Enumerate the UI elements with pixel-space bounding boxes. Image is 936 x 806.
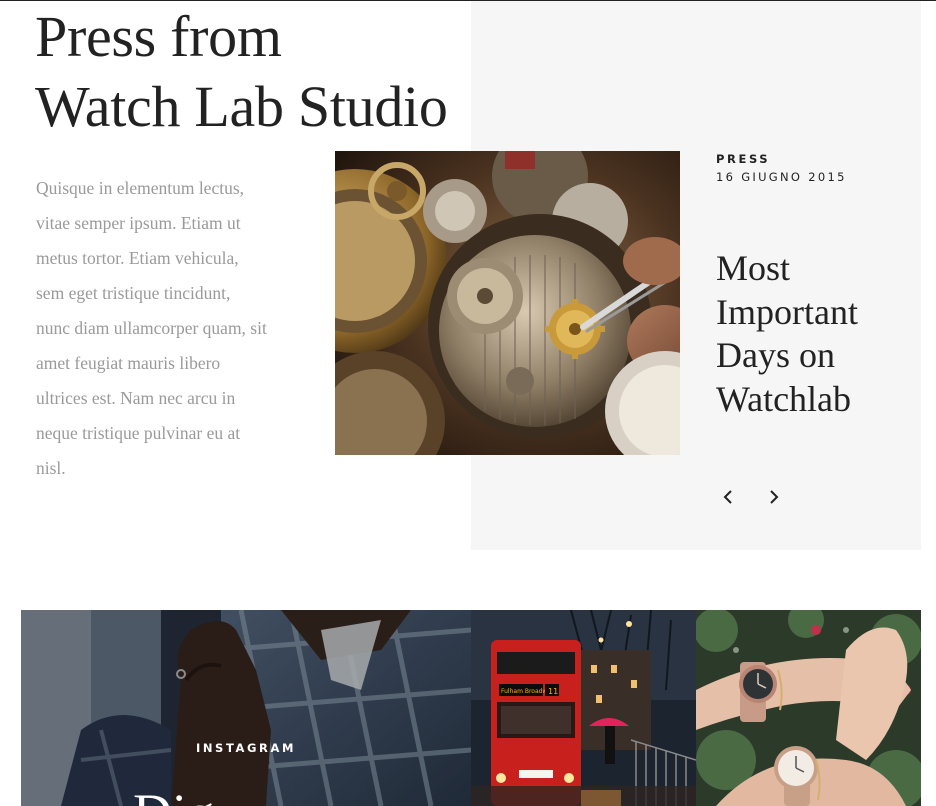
pocket-watch-photo [335,151,680,455]
instagram-label: INSTAGRAM [195,741,297,755]
london-bus-photo: Fulham Broadway 11 [471,610,696,806]
featured-image[interactable] [335,151,680,455]
slider-prev-button[interactable] [715,484,741,510]
chevron-right-icon [770,490,779,504]
wrist-watches-photo [696,610,921,806]
svg-text:11: 11 [548,687,558,696]
page-title-line2: Watch Lab Studio [35,74,448,139]
page-title: Press from Watch Lab Studio [35,2,555,142]
gallery-tile-bus[interactable]: Fulham Broadway 11 [471,610,696,806]
instagram-tile[interactable]: INSTAGRAM Dig [21,610,471,806]
instagram-photo [21,610,471,806]
post-date: 16 GIUGNO 2015 [716,170,847,184]
gallery-tile-watches[interactable] [696,610,921,806]
page-title-line1: Press from [35,4,282,69]
chevron-left-icon [723,490,732,504]
instagram-heading: Dig [133,783,373,806]
post-title[interactable]: Most Important Days on Watchlab [716,247,906,421]
intro-paragraph: Quisque in elementum lectus, vitae sempe… [36,178,267,478]
post-category[interactable]: PRESS [716,152,770,166]
slider-next-button[interactable] [761,484,787,510]
